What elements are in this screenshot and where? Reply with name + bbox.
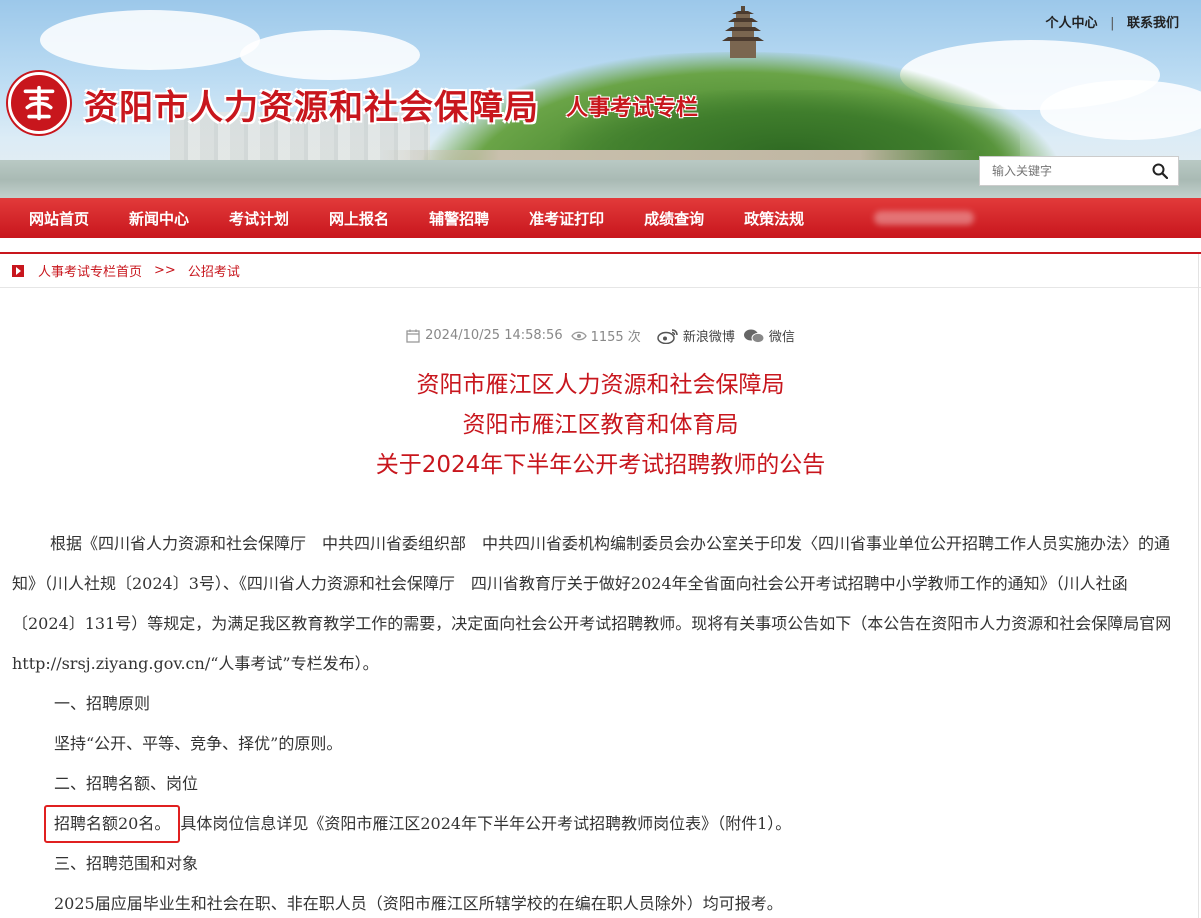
share-weibo-label: 新浪微博 bbox=[682, 330, 735, 345]
site-title: 资阳市人力资源和社会保障局 bbox=[84, 88, 539, 128]
nav-item-score-query[interactable]: 成绩查询 bbox=[644, 208, 704, 229]
link-separator: | bbox=[1110, 16, 1115, 31]
share-wechat-button[interactable]: 微信 bbox=[743, 326, 795, 345]
view-count: 1155 次 bbox=[590, 330, 641, 345]
nav-item-online-registration[interactable]: 网上报名 bbox=[329, 208, 389, 229]
article-title-line-1: 资阳市雁江区人力资源和社会保障局 bbox=[416, 372, 785, 398]
nav-item-policy[interactable]: 政策法规 bbox=[744, 208, 804, 229]
section-2-text: 招聘名额20名。 具体岗位信息详见《资阳市雁江区2024年下半年公开考试招聘教师岗… bbox=[12, 804, 1184, 844]
section-3-text: 2025届应届毕业生和社会在职、非在职人员（资阳市雁江区所辖学校的在编在职人员除… bbox=[54, 894, 783, 913]
header-banner: 资阳市人力资源和社会保障局 人事考试专栏 个人中心 | 联系我们 bbox=[0, 0, 1201, 198]
section-1-text: 坚持“公开、平等、竞争、择优”的原则。 bbox=[54, 734, 343, 753]
article-title-line-3: 关于2024年下半年公开考试招聘教师的公告 bbox=[375, 452, 826, 478]
contact-us-link[interactable]: 联系我们 bbox=[1127, 16, 1179, 31]
search-icon bbox=[1152, 163, 1168, 179]
site-subtitle: 人事考试专栏 bbox=[566, 95, 699, 121]
wechat-icon bbox=[743, 329, 765, 343]
personal-center-link[interactable]: 个人中心 bbox=[1046, 16, 1098, 31]
recruitment-quota-highlight: 招聘名额20名。 bbox=[44, 805, 181, 843]
main-nav: 网站首页 新闻中心 考试计划 网上报名 辅警招聘 准考证打印 成绩查询 政策法规 bbox=[0, 198, 1201, 238]
nav-item-auxiliary-police[interactable]: 辅警招聘 bbox=[429, 208, 489, 229]
section-1-heading: 一、招聘原则 bbox=[54, 694, 151, 713]
search-button[interactable] bbox=[1142, 157, 1178, 185]
share-weibo-button[interactable]: 新浪微博 bbox=[657, 326, 735, 345]
breadcrumb-exam-column-home[interactable]: 人事考试专栏首页 bbox=[38, 261, 142, 280]
article-body: 根据《四川省人力资源和社会保障厅 中共四川省委组织部 中共四川省委机构编制委员会… bbox=[12, 524, 1184, 918]
breadcrumb-arrow-icon bbox=[12, 264, 24, 277]
search-input[interactable] bbox=[980, 157, 1142, 185]
breadcrumb-separator: >> bbox=[154, 263, 176, 278]
search-box bbox=[979, 156, 1179, 186]
section-3-heading: 三、招聘范围和对象 bbox=[54, 854, 199, 873]
top-links: 个人中心 | 联系我们 bbox=[1046, 12, 1179, 31]
publish-datetime: 2024/10/25 14:58:56 bbox=[425, 328, 563, 343]
nav-item-admission-ticket[interactable]: 准考证打印 bbox=[529, 208, 604, 229]
hrss-logo-icon bbox=[8, 72, 70, 134]
intro-paragraph: 根据《四川省人力资源和社会保障厅 中共四川省委组织部 中共四川省委机构编制委员会… bbox=[12, 534, 1172, 673]
weibo-icon bbox=[657, 328, 678, 344]
nav-item-home[interactable]: 网站首页 bbox=[29, 208, 89, 229]
calendar-icon bbox=[406, 329, 420, 343]
section-2-heading: 二、招聘名额、岗位 bbox=[54, 774, 199, 793]
breadcrumb-public-recruitment[interactable]: 公招考试 bbox=[188, 261, 240, 280]
pagoda-illustration bbox=[722, 6, 764, 58]
article-meta: 2024/10/25 14:58:56 1155 次 新浪微博 微信 bbox=[0, 326, 1201, 345]
breadcrumb: 人事考试专栏首页 >> 公招考试 bbox=[0, 254, 1201, 288]
article-title-line-2: 资阳市雁江区教育和体育局 bbox=[462, 412, 739, 438]
section-2-text-rest: 具体岗位信息详见《资阳市雁江区2024年下半年公开考试招聘教师岗位表》（附件1）… bbox=[180, 814, 792, 833]
eye-icon bbox=[570, 331, 587, 340]
nav-item-news[interactable]: 新闻中心 bbox=[129, 208, 189, 229]
share-wechat-label: 微信 bbox=[768, 330, 795, 345]
nav-item-exam-plan[interactable]: 考试计划 bbox=[229, 208, 289, 229]
nav-item-blurred[interactable] bbox=[874, 211, 975, 225]
